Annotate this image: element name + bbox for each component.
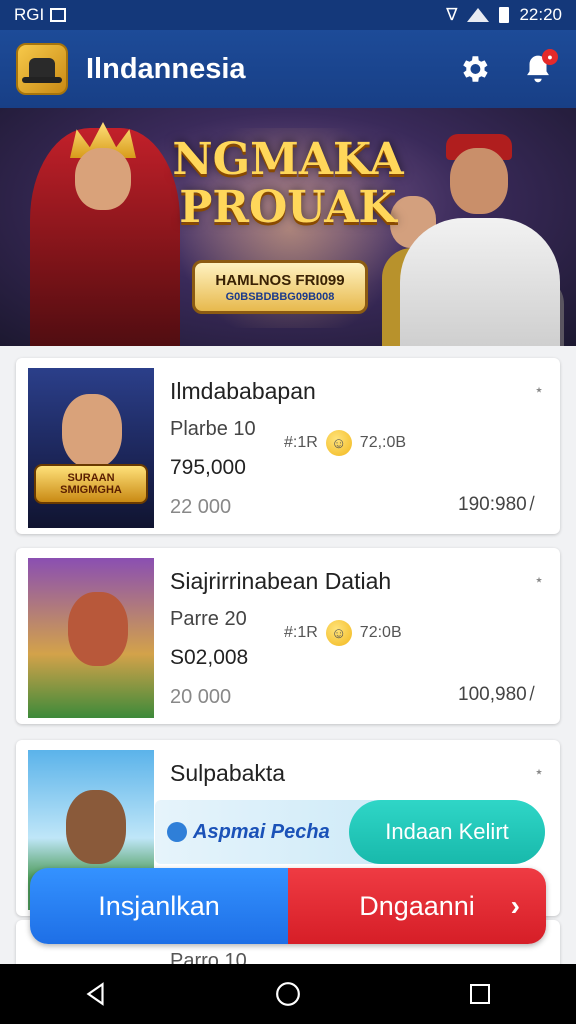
notification-button[interactable]: ● — [516, 47, 560, 91]
banner-plate-line2: G0BSBDBBG09B008 — [225, 290, 335, 303]
app-logo[interactable] — [16, 43, 68, 95]
rating-value: 72,:0B — [359, 434, 407, 451]
chevron-right-icon: › — [510, 890, 520, 921]
nav-recents-button[interactable] — [450, 964, 510, 1024]
list-item[interactable]: SURAAN SMIGMGHA Ilmdababapan Plarbe 10 7… — [16, 358, 560, 534]
back-icon — [86, 982, 104, 1006]
more-icon[interactable]: ⋆ — [534, 380, 544, 400]
card-right-value: 100,980 ̸ — [458, 684, 532, 705]
card-subtitle: Plarbe 10 — [170, 418, 256, 440]
system-nav-bar — [0, 964, 576, 1024]
promo-banner[interactable]: NGMAKA PROUAK HAMLNOS FRI099 G0BSBDBBG09… — [0, 108, 576, 346]
rating-code: #:1R — [284, 624, 318, 641]
game-thumbnail: SURAAN SMIGMGHA — [28, 368, 154, 528]
hero-king-figure — [30, 122, 180, 346]
app-bar: Ilndannesia ● — [0, 30, 576, 108]
card-subtitle: Parre 20 — [170, 608, 247, 630]
promo-button[interactable]: Indaan Kelirt — [349, 800, 545, 864]
card-price: 795,000 — [170, 456, 246, 479]
nav-home-button[interactable] — [258, 964, 318, 1024]
more-icon[interactable]: ⋆ — [534, 762, 544, 782]
list-item[interactable]: Siajrirrinabean Datiah Parre 20 S02,008 … — [16, 548, 560, 724]
brand-logo-icon — [167, 822, 187, 842]
rating-code: #:1R — [284, 434, 318, 451]
game-thumbnail — [28, 558, 154, 718]
banner-plate-line1: HAMLNOS FRI099 — [215, 271, 345, 289]
smiley-icon: ☺ — [325, 620, 352, 646]
hero-warrior-figure — [400, 134, 560, 346]
status-app-icon — [50, 8, 67, 22]
recents-icon — [470, 984, 490, 1004]
promo-strip[interactable]: Aspmai Pecha Indaan Kelirt — [155, 800, 545, 864]
card-title: Ilmdababapan — [170, 378, 316, 404]
secondary-action-button[interactable]: Dngaanni › — [288, 868, 546, 944]
status-bar: RGI ∇ 22:20 — [0, 0, 576, 30]
card-secondary-value: 22 000 — [170, 496, 232, 518]
banner-plate: HAMLNOS FRI099 G0BSBDBBG09B008 — [192, 260, 368, 314]
hat-icon — [22, 58, 62, 83]
banner-title: NGMAKA PROUAK — [172, 134, 404, 233]
gear-icon — [463, 56, 488, 82]
settings-button[interactable] — [452, 47, 496, 91]
promo-brand-text: Aspmai Pecha — [193, 820, 330, 843]
wifi-icon — [467, 8, 490, 22]
card-rating: #:1R ☺ 72:0B — [284, 620, 402, 646]
smiley-icon: ☺ — [325, 430, 352, 456]
card-rating: #:1R ☺ 72,:0B — [284, 430, 406, 456]
status-time: 22:20 — [519, 5, 562, 24]
app-title: Ilndannesia — [86, 52, 246, 85]
rating-value: 72:0B — [359, 624, 402, 641]
card-price: S02,008 — [170, 646, 249, 669]
card-title: Siajrirrinabean Datiah — [170, 568, 392, 594]
card-right-value: 190:980 ̸ — [458, 494, 532, 515]
vibrate-icon: ∇ — [446, 5, 458, 24]
home-icon — [276, 982, 300, 1006]
more-icon[interactable]: ⋆ — [534, 570, 544, 590]
nav-back-button[interactable] — [66, 964, 126, 1024]
battery-icon — [499, 7, 510, 23]
thumbnail-badge: SURAAN SMIGMGHA — [34, 464, 148, 504]
status-carrier: RGI — [14, 5, 45, 24]
primary-action-button[interactable]: Insjanlkan — [30, 868, 288, 944]
primary-action-label: Insjanlkan — [98, 890, 220, 921]
notification-badge: ● — [542, 49, 558, 65]
secondary-action-label: Dngaanni — [359, 890, 475, 921]
action-bar: Insjanlkan Dngaanni › — [30, 868, 546, 944]
card-secondary-value: 20 000 — [170, 686, 232, 708]
card-title: Sulpabakta — [170, 760, 286, 786]
promo-brand: Aspmai Pecha — [167, 821, 330, 844]
